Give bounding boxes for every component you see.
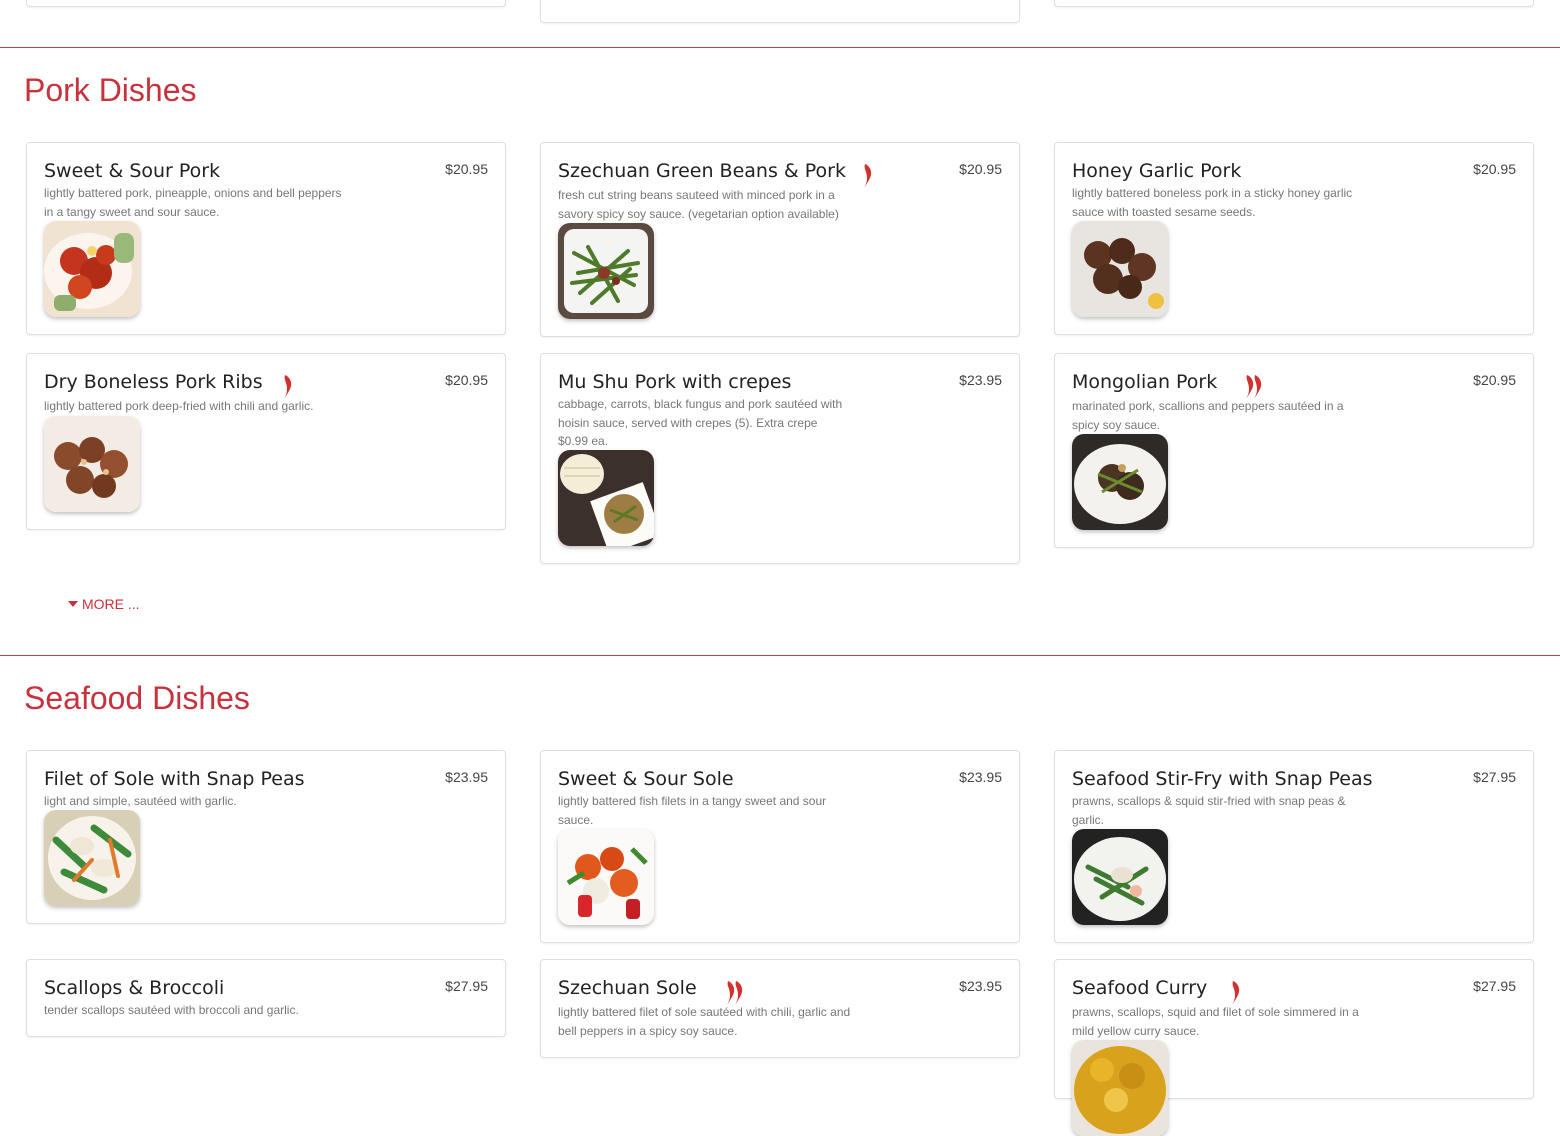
menu-card[interactable]: Mongolian Pork $20.95 marinated pork, sc… xyxy=(1054,353,1534,548)
dish-price: $27.95 xyxy=(445,978,488,994)
dish-price: $23.95 xyxy=(445,769,488,785)
dish-price: $20.95 xyxy=(445,372,488,388)
dish-name: Mu Shu Pork with crepes xyxy=(558,371,792,393)
dish-description: cabbage, carrots, black fungus and pork … xyxy=(558,397,843,448)
dish-price: $20.95 xyxy=(445,161,488,177)
menu-card[interactable]: Dry Boneless Pork Ribs $20.95 lightly ba… xyxy=(26,353,506,530)
dish-photo[interactable] xyxy=(1072,1040,1168,1136)
dish-description: lightly battered filet of sole sautéed w… xyxy=(558,1005,851,1038)
dish-photo[interactable] xyxy=(44,416,140,512)
dish-name: Filet of Sole with Snap Peas xyxy=(44,768,305,790)
dish-description: lightly battered pork deep-fried with ch… xyxy=(44,399,314,413)
dish-name: Scallops & Broccoli xyxy=(44,977,225,999)
menu-card-partial xyxy=(540,0,1020,23)
menu-card[interactable]: Szechuan Green Beans & Pork $20.95 fresh… xyxy=(540,142,1020,337)
dish-price: $27.95 xyxy=(1473,769,1516,785)
dish-name: Szechuan Sole xyxy=(558,977,697,999)
menu-card[interactable]: Sweet & Sour Sole $23.95 lightly battere… xyxy=(540,750,1020,943)
more-label: MORE ... xyxy=(82,596,140,612)
menu-card-partial xyxy=(26,0,506,7)
caret-down-icon xyxy=(68,601,78,607)
menu-card[interactable]: Seafood Curry $27.95 prawns, scallops, s… xyxy=(1054,959,1534,1136)
menu-card[interactable]: Szechuan Sole $23.95 lightly battered fi… xyxy=(540,959,1020,1058)
more-button[interactable]: MORE ... xyxy=(68,596,140,612)
dish-photo[interactable] xyxy=(1072,221,1168,317)
dish-price: $27.95 xyxy=(1473,978,1516,994)
dish-photo[interactable] xyxy=(558,829,654,925)
dish-name: Sweet & Sour Pork xyxy=(44,160,221,182)
section-divider xyxy=(0,47,1560,48)
dish-name: Seafood Stir-Fry with Snap Peas xyxy=(1072,768,1373,790)
dish-description: lightly battered pork, pineapple, onions… xyxy=(44,186,342,219)
dish-description: tender scallops sautéed with broccoli an… xyxy=(44,1003,299,1017)
dish-name: Dry Boneless Pork Ribs xyxy=(44,371,263,393)
dish-description: fresh cut string beans sauteed with minc… xyxy=(558,188,839,221)
menu-card[interactable]: Sweet & Sour Pork $20.95 lightly battere… xyxy=(26,142,506,335)
dish-name: Honey Garlic Pork xyxy=(1072,160,1242,182)
dish-price: $23.95 xyxy=(959,978,1002,994)
dish-photo[interactable] xyxy=(44,810,140,906)
dish-description: prawns, scallops, squid and filet of sol… xyxy=(1072,1005,1359,1038)
dish-description: lightly battered boneless pork in a stic… xyxy=(1072,186,1353,219)
menu-card[interactable]: Seafood Stir-Fry with Snap Peas $27.95 p… xyxy=(1054,750,1534,943)
dish-price: $23.95 xyxy=(959,372,1002,388)
section-title-seafood: Seafood Dishes xyxy=(24,680,250,716)
dish-price: $20.95 xyxy=(959,161,1002,177)
dish-photo[interactable] xyxy=(1072,829,1168,925)
menu-card[interactable]: Filet of Sole with Snap Peas $23.95 ligh… xyxy=(26,750,506,924)
dish-price: $23.95 xyxy=(959,769,1002,785)
dish-name: Mongolian Pork xyxy=(1072,371,1218,393)
section-divider xyxy=(0,655,1560,656)
dish-price: $20.95 xyxy=(1473,372,1516,388)
dish-name: Szechuan Green Beans & Pork xyxy=(558,160,846,182)
dish-price: $20.95 xyxy=(1473,161,1516,177)
dish-photo[interactable] xyxy=(558,450,654,546)
dish-name: Seafood Curry xyxy=(1072,977,1208,999)
dish-description: lightly battered fish filets in a tangy … xyxy=(558,794,827,827)
dish-photo[interactable] xyxy=(44,221,140,317)
chili-pepper-icon xyxy=(864,164,872,188)
menu-card[interactable]: Honey Garlic Pork $20.95 lightly battere… xyxy=(1054,142,1534,335)
dish-photo[interactable] xyxy=(558,223,654,319)
menu-card[interactable]: Scallops & Broccoli $27.95 tender scallo… xyxy=(26,959,506,1037)
dish-description: light and simple, sautéed with garlic. xyxy=(44,794,237,808)
dish-name: Sweet & Sour Sole xyxy=(558,768,734,790)
section-title-pork: Pork Dishes xyxy=(24,72,197,108)
dish-description: prawns, scallops & squid stir-fried with… xyxy=(1072,794,1346,827)
menu-card[interactable]: Mu Shu Pork with crepes $23.95 cabbage, … xyxy=(540,353,1020,564)
dish-description: marinated pork, scallions and peppers sa… xyxy=(1072,399,1344,432)
menu-card-partial xyxy=(1054,0,1534,7)
dish-photo[interactable] xyxy=(1072,434,1168,530)
